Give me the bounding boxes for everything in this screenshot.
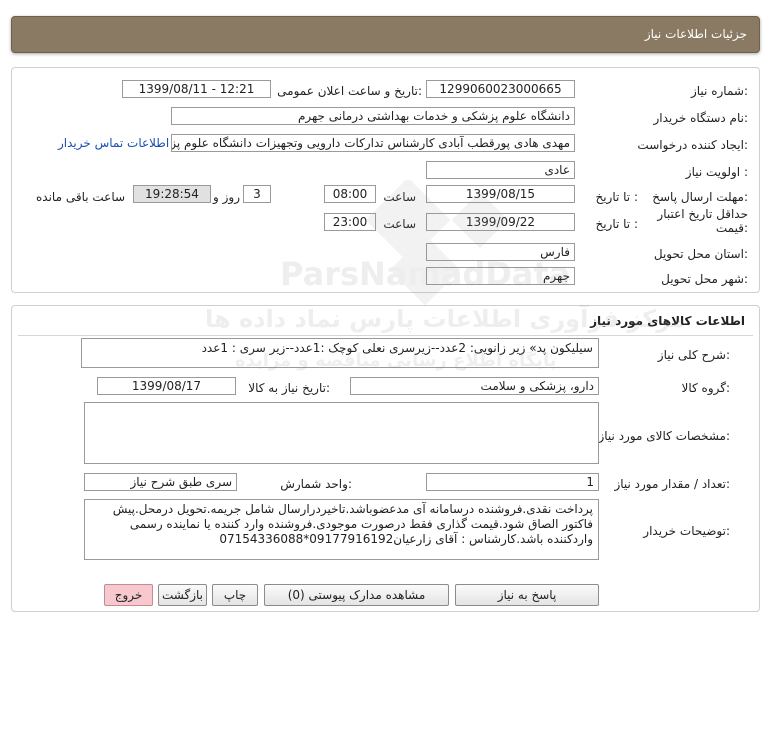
days-remaining-field: 3 — [243, 185, 271, 203]
general-info-panel — [11, 67, 760, 293]
province-field: فارس — [426, 243, 575, 261]
back-button[interactable]: بازگشت — [158, 584, 207, 606]
buyer-notes-field: پرداخت نقدی.فروشنده درسامانه آی مدعضوباش… — [84, 499, 599, 560]
validity-time-label: ساعت — [383, 217, 416, 231]
qty-field: 1 — [426, 473, 599, 491]
need-date-label: تاریخ نیاز به کالا: — [248, 381, 330, 395]
province-label: استان محل تحویل: — [653, 247, 748, 261]
city-field: جهرم — [426, 267, 575, 285]
summary-field: سیلیکون پد» زیر زانویی: 2عدد--زیرسری نعل… — [81, 338, 599, 368]
goods-group-field: دارو، پزشکی و سلامت — [350, 377, 599, 395]
announce-label: تاریخ و ساعت اعلان عمومی: — [277, 84, 422, 98]
page-title: جزئیات اطلاعات نیاز — [644, 27, 747, 41]
group-label: گروه کالا: — [681, 381, 731, 395]
days-label: روز و — [213, 190, 240, 204]
validity-label-line2: قیمت: — [715, 221, 748, 235]
priority-field: عادی — [426, 161, 575, 179]
print-button[interactable]: چاپ — [212, 584, 258, 606]
remaining-time-field: 19:28:54 — [133, 185, 211, 203]
validity-until-label: تا تاریخ : — [595, 217, 638, 231]
deadline-label: مهلت ارسال پاسخ: — [652, 190, 748, 204]
summary-label: شرح کلی نیاز: — [657, 348, 730, 362]
deadline-time-field: 08:00 — [324, 185, 376, 203]
deadline-date-field: 1399/08/15 — [426, 185, 575, 203]
unit-field: سری طبق شرح نیاز — [84, 473, 237, 491]
validity-date-field: 1399/09/22 — [426, 213, 575, 231]
buyer-org-field: دانشگاه علوم پزشکی و خدمات بهداشتی درمان… — [171, 107, 575, 125]
specs-label: مشخصات کالای مورد نیاز: — [598, 429, 730, 443]
need-date-field: 1399/08/17 — [97, 377, 236, 395]
validity-time-field: 23:00 — [324, 213, 376, 231]
announce-datetime-field: 1399/08/11 - 12:21 — [122, 80, 271, 98]
remaining-label: ساعت باقی مانده — [36, 190, 126, 204]
buyer-contact-link[interactable]: اطلاعات تماس خریدار — [58, 136, 169, 150]
reply-button[interactable]: پاسخ به نیاز — [455, 584, 599, 606]
city-label: شهر محل تحویل: — [661, 272, 748, 286]
need-number-label: شماره نیاز: — [690, 84, 748, 98]
deadline-until-label: تا تاریخ : — [595, 190, 638, 204]
unit-label: واحد شمارش: — [280, 477, 352, 491]
requester-field: مهدی هادی پورقطب آبادی کارشناس تدارکات د… — [171, 134, 575, 152]
section-divider — [18, 335, 753, 336]
goods-section-title: اطلاعات کالاهای مورد نیاز — [590, 314, 745, 328]
qty-label: تعداد / مقدار مورد نیاز: — [614, 477, 730, 491]
deadline-time-label: ساعت — [383, 190, 416, 204]
view-attachments-button[interactable]: مشاهده مدارک پیوستی (0) — [264, 584, 449, 606]
exit-button[interactable]: خروج — [104, 584, 153, 606]
priority-label: اولویت نیاز : — [685, 165, 748, 179]
buyer-org-label: نام دستگاه خریدار: — [653, 111, 749, 125]
requester-label: ایجاد کننده درخواست: — [637, 138, 748, 152]
validity-label-line1: حداقل تاریخ اعتبار — [657, 207, 748, 221]
buyer-notes-label: توضیحات خریدار: — [643, 524, 730, 538]
specs-field — [84, 402, 599, 464]
page-header: جزئیات اطلاعات نیاز — [11, 16, 760, 53]
need-number-field: 1299060023000665 — [426, 80, 575, 98]
